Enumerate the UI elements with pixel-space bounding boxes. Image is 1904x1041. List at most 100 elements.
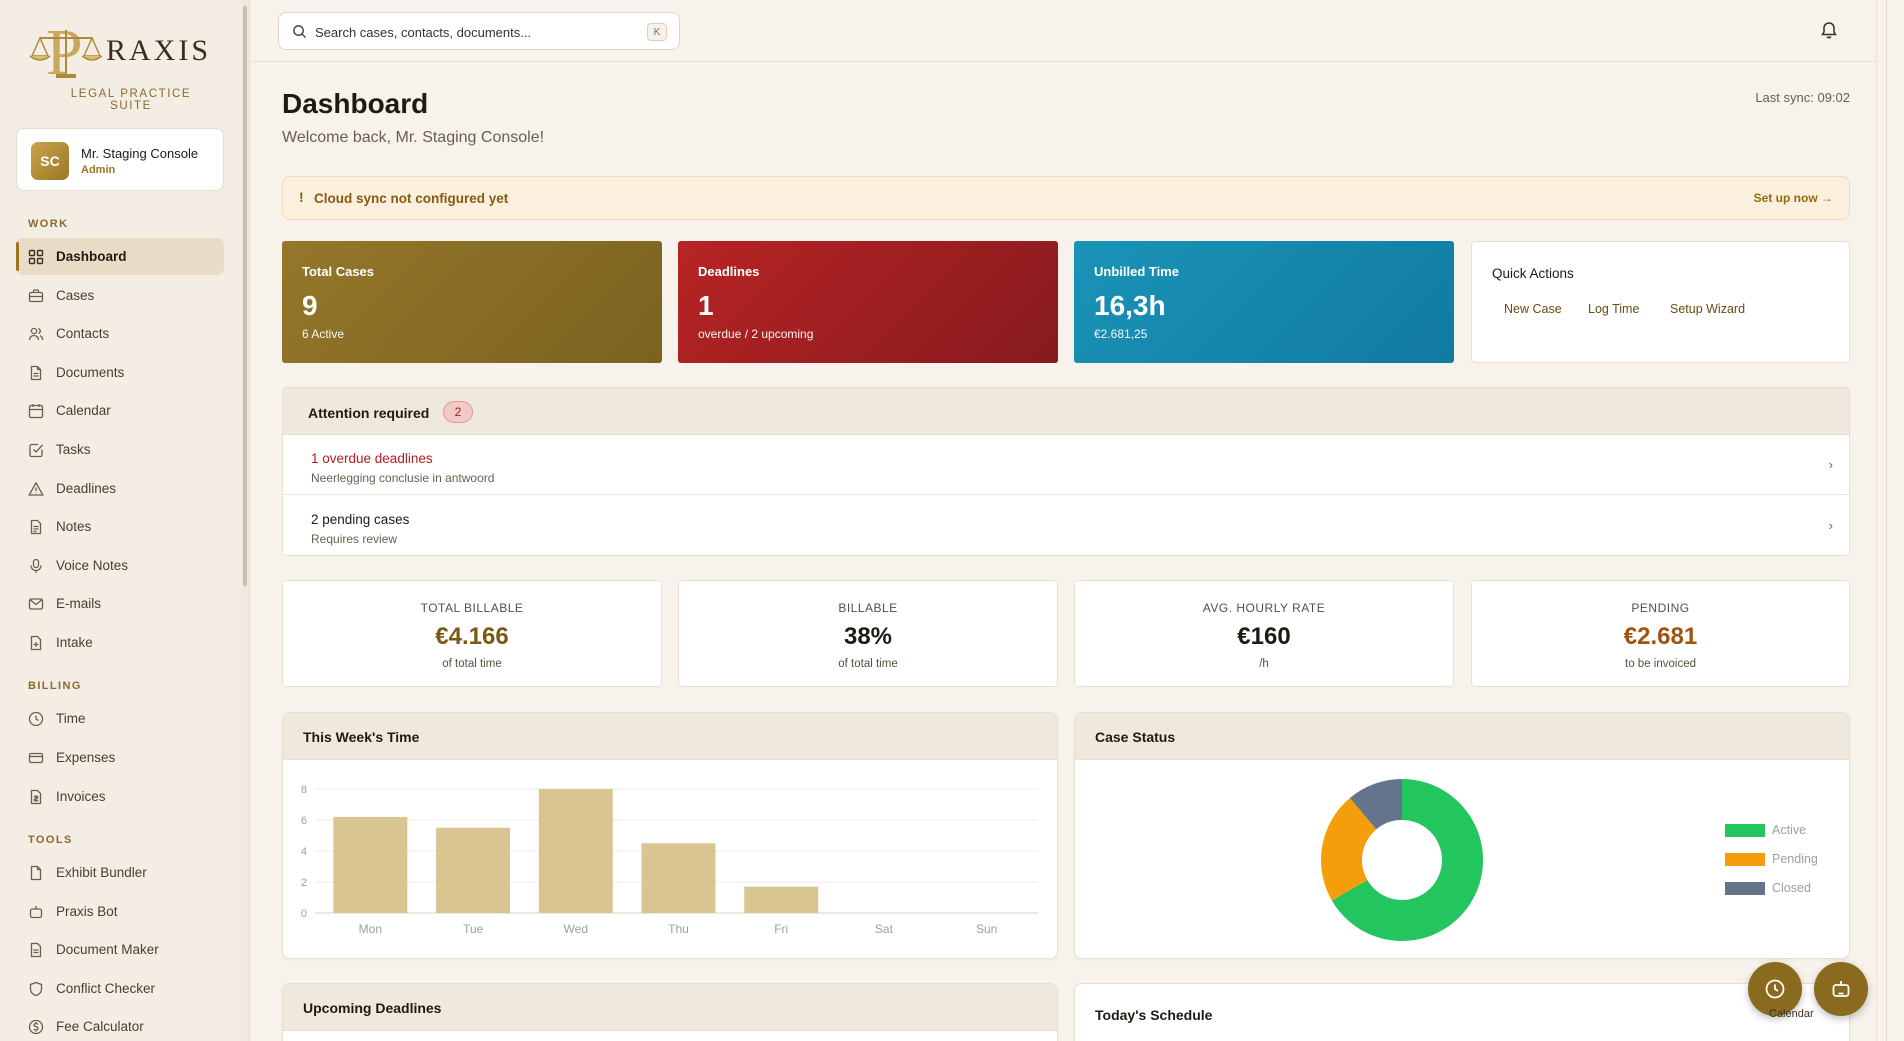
bar-wed[interactable]	[538, 789, 613, 913]
sidebar-item-label: Contacts	[56, 326, 110, 341]
praxis-bot-button[interactable]	[1814, 962, 1868, 1016]
todays-schedule-panel: Today's Schedule	[1074, 983, 1850, 1041]
sidebar-item-fee-calculator[interactable]: Fee Calculator	[16, 1008, 224, 1041]
chevron-right-icon: ›	[1828, 457, 1833, 472]
chevron-right-icon: ›	[1828, 518, 1833, 533]
x-tick-label: Tue	[463, 922, 484, 936]
kpi-label: TOTAL BILLABLE	[420, 601, 524, 615]
log-time-button[interactable]: Log Time	[1588, 302, 1639, 316]
attention-panel: Attention required 2 1 overdue deadlines…	[282, 387, 1850, 556]
panel-title: Upcoming Deadlines	[303, 1000, 442, 1016]
stat-card-deadlines[interactable]: Deadlines 1 overdue / 2 upcoming	[678, 241, 1058, 363]
stat-card-unbilled-time[interactable]: Unbilled Time 16,3h €2.681,25	[1074, 241, 1454, 363]
kpi-label: AVG. HOURLY RATE	[1202, 601, 1326, 615]
bar-tue[interactable]	[436, 827, 511, 913]
legend-label: Active	[1772, 823, 1807, 837]
sidebar-item-conflict-checker[interactable]: Conflict Checker	[16, 970, 224, 1007]
stat-value: 1	[698, 290, 714, 321]
sidebar-item-voice-notes[interactable]: Voice Notes	[16, 547, 224, 584]
bot-icon	[29, 905, 43, 918]
panel-title: Case Status	[1095, 729, 1176, 745]
welcome-text: Welcome back, Mr. Staging Console!	[282, 129, 545, 146]
stat-sub: €2.681,25	[1094, 327, 1148, 341]
y-tick-label: 6	[301, 815, 307, 827]
sidebar-item-expenses[interactable]: Expenses	[16, 739, 224, 776]
user-name: Mr. Staging Console	[81, 146, 199, 161]
search-box[interactable]: K	[278, 12, 680, 50]
y-tick-label: 8	[301, 784, 307, 796]
avatar: SC	[31, 142, 69, 180]
search-input[interactable]	[315, 21, 635, 43]
bar-fri[interactable]	[744, 886, 819, 913]
bell-icon[interactable]	[1819, 20, 1839, 40]
sidebar-item-praxis-bot[interactable]: Praxis Bot	[16, 893, 224, 930]
sidebar-item-calendar[interactable]: Calendar	[16, 392, 224, 429]
bar-mon[interactable]	[333, 816, 408, 913]
note-icon	[30, 519, 42, 534]
quick-actions-card: Quick Actions New Case Log Time Setup Wi…	[1471, 241, 1850, 363]
sidebar-item-tasks[interactable]: Tasks	[16, 431, 224, 468]
bar-thu[interactable]	[641, 843, 716, 913]
new-case-button[interactable]: New Case	[1504, 302, 1562, 316]
quick-actions-title: Quick Actions	[1492, 266, 1574, 281]
sidebar-item-notes[interactable]: Notes	[16, 508, 224, 545]
banner-message: Cloud sync not configured yet	[314, 191, 509, 206]
sidebar-item-dashboard[interactable]: Dashboard	[16, 238, 224, 275]
page-scrollbar[interactable]	[1876, 0, 1904, 1041]
sidebar-item-label: Exhibit Bundler	[56, 865, 147, 880]
kpi-label: PENDING	[1631, 601, 1690, 615]
legend-swatch	[1725, 824, 1765, 837]
clock-icon	[1765, 979, 1785, 999]
sidebar-item-emails[interactable]: E-mails	[16, 585, 224, 622]
sidebar-item-label: Deadlines	[56, 481, 117, 496]
sidebar-item-time[interactable]: Time	[16, 700, 224, 737]
svg-text:P: P	[46, 16, 83, 80]
setup-wizard-button[interactable]: Setup Wizard	[1670, 302, 1745, 316]
sidebar-item-label: Dashboard	[56, 249, 127, 264]
y-tick-label: 0	[301, 908, 307, 920]
kpi-value: €160	[1237, 623, 1291, 650]
kpi-avg-hourly-rate: AVG. HOURLY RATE €160 /h	[1074, 580, 1454, 687]
attention-count-badge: 2	[443, 401, 473, 423]
sidebar-scrollbar[interactable]	[241, 0, 249, 1041]
intake-icon	[30, 635, 42, 650]
sidebar-item-label: Voice Notes	[56, 558, 129, 573]
sidebar-item-document-maker[interactable]: Document Maker	[16, 931, 224, 968]
sidebar: P RAXIS LEGAL PRACTICE SUITE SC Mr. Stag…	[0, 0, 250, 1041]
sidebar-item-label: Time	[56, 711, 86, 726]
sidebar-item-intake[interactable]: Intake	[16, 624, 224, 661]
attention-row-sub: Neerlegging conclusie in antwoord	[311, 471, 495, 485]
sidebar-item-contacts[interactable]: Contacts	[16, 315, 224, 352]
case-status-panel: Case Status Active Pending Closed	[1074, 712, 1850, 959]
sidebar-item-invoices[interactable]: Invoices	[16, 778, 224, 815]
stat-card-total-cases[interactable]: Total Cases 9 6 Active	[282, 241, 662, 363]
calendar-label: Calendar	[1769, 1008, 1814, 1020]
microphone-icon	[30, 558, 42, 573]
calendar-icon	[28, 403, 44, 418]
x-tick-label: Fri	[774, 922, 788, 936]
user-role: Admin	[81, 164, 116, 176]
x-tick-label: Thu	[668, 922, 689, 936]
sidebar-scrollbar-thumb[interactable]	[243, 6, 247, 586]
kpi-value: 38%	[843, 623, 893, 650]
users-icon	[28, 327, 44, 340]
topbar: K	[251, 0, 1876, 62]
sidebar-item-label: Calendar	[56, 403, 111, 418]
stat-label: Unbilled Time	[1094, 264, 1179, 279]
sidebar-item-label: Cases	[56, 288, 95, 303]
x-tick-label: Mon	[359, 922, 382, 936]
sidebar-item-exhibit-bundler[interactable]: Exhibit Bundler	[16, 854, 224, 891]
kpi-sub: of total time	[442, 658, 502, 670]
sidebar-item-cases[interactable]: Cases	[16, 277, 224, 314]
attention-row-sub: Requires review	[311, 532, 398, 546]
section-title-billing: BILLING	[28, 680, 82, 692]
attention-row-pending[interactable]: 2 pending cases Requires review ›	[283, 496, 1849, 555]
case-status-legend: Active Pending Closed	[1725, 823, 1835, 903]
sidebar-item-documents[interactable]: Documents	[16, 354, 224, 391]
sidebar-item-deadlines[interactable]: Deadlines	[16, 470, 224, 507]
user-card[interactable]: SC Mr. Staging Console Admin	[16, 128, 224, 191]
setup-now-link[interactable]: Set up now →	[1754, 191, 1833, 205]
attention-row-overdue[interactable]: 1 overdue deadlines Neerlegging conclusi…	[283, 435, 1849, 495]
sidebar-item-label: Document Maker	[56, 942, 159, 957]
week-time-panel: This Week's Time 0 2 4 6 8 Mon Tue Wed Thu Fri Sat…	[282, 712, 1058, 959]
